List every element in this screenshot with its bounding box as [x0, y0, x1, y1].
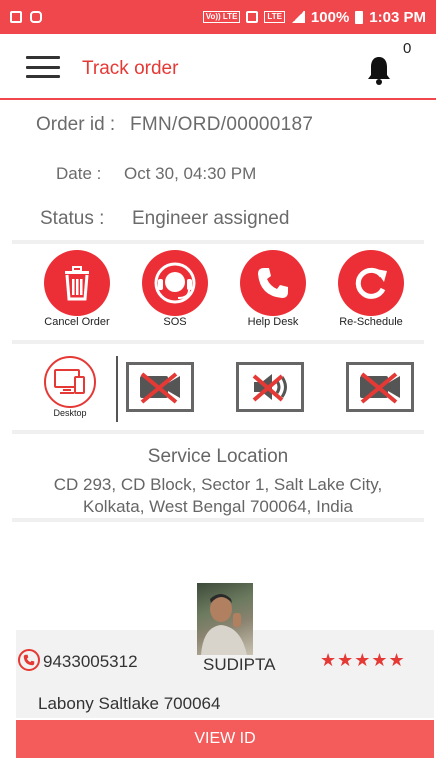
help-desk-label: Help Desk [247, 316, 299, 328]
battery-percent: 100% [310, 8, 350, 26]
cancel-order-button[interactable]: Cancel Order [32, 250, 122, 330]
service-location-address: CD 293, CD Block, Sector 1, Salt Lake Ci… [30, 474, 406, 518]
engineer-name: SUDIPTA [203, 655, 276, 674]
app-bar: Track order 0 [0, 34, 436, 100]
status-bar: Vo)) LTE LTE 100% 1:03 PM [0, 0, 436, 34]
service-location-title: Service Location [147, 446, 289, 467]
reschedule-button[interactable]: Re-Schedule [326, 250, 416, 330]
desktop-label: Desktop [53, 408, 87, 418]
date-label: Date : [56, 164, 102, 183]
volte-icon: Vo)) LTE [202, 11, 241, 23]
call-engineer-button[interactable] [18, 649, 40, 671]
phone-icon [258, 268, 288, 298]
separator [116, 356, 118, 422]
status-bar-left-icons [10, 11, 42, 23]
video-off-icon [140, 372, 180, 404]
avatar [201, 594, 247, 655]
divider [12, 340, 424, 344]
engineer-photo [197, 583, 253, 655]
speaker-toggle-button[interactable] [236, 362, 304, 412]
cancel-order-label: Cancel Order [44, 316, 110, 328]
signal-icon [290, 11, 305, 23]
divider [12, 240, 424, 244]
address-line-2: Kolkata, West Bengal 700064, India [83, 497, 353, 516]
date-value: Oct 30, 04:30 PM [124, 164, 257, 183]
desktop-icon [54, 369, 85, 394]
battery-icon [355, 10, 364, 24]
desktop-button[interactable]: Desktop [40, 356, 100, 426]
lte-icon: LTE [264, 11, 285, 23]
sos-button[interactable]: SOS [130, 250, 220, 330]
notification-count: 0 [403, 40, 412, 57]
divider [12, 518, 424, 522]
status-bar-right: Vo)) LTE LTE 100% 1:03 PM [202, 8, 426, 26]
status-time: 1:03 PM [369, 8, 426, 26]
headset-icon [154, 262, 196, 304]
engineer-address: Labony Saltlake 700064 [38, 694, 221, 713]
sim-icon [246, 11, 259, 23]
page-title: Track order [82, 58, 179, 79]
phone-icon [23, 654, 35, 666]
refresh-icon [355, 267, 387, 299]
engineer-phone[interactable]: 9433005312 [43, 652, 138, 672]
video-toggle-button[interactable] [346, 362, 414, 412]
sos-label: SOS [163, 316, 187, 328]
camera-toggle-button[interactable] [126, 362, 194, 412]
rating-stars: ★★★★★ [320, 650, 406, 670]
menu-icon[interactable] [26, 56, 60, 78]
address-line-1: CD 293, CD Block, Sector 1, Salt Lake Ci… [53, 475, 383, 494]
divider [12, 430, 424, 434]
order-id-value: FMN/ORD/00000187 [130, 114, 314, 135]
speaker-off-icon [252, 374, 287, 402]
order-id-label: Order id : [36, 114, 116, 135]
reschedule-label: Re-Schedule [339, 316, 403, 328]
trash-icon [65, 266, 89, 301]
status-value: Engineer assigned [132, 208, 290, 229]
notification-icon [10, 11, 22, 23]
view-id-button[interactable]: VIEW ID [16, 720, 434, 758]
instagram-icon [30, 11, 42, 23]
help-desk-button[interactable]: Help Desk [228, 250, 318, 330]
status-label: Status : [40, 208, 105, 229]
bell-icon[interactable] [364, 54, 394, 86]
video-off-icon [360, 372, 400, 404]
